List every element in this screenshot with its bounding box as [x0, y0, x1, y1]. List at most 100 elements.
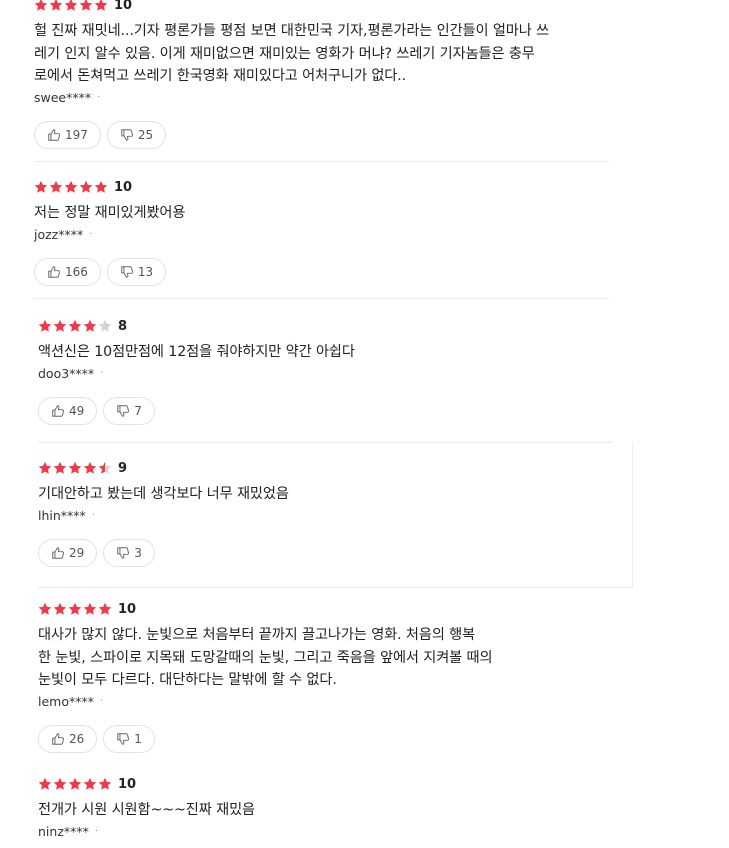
thumbs-down-icon	[116, 546, 130, 560]
review-text-line: 한 눈빛, 스파이로 지목돼 도망갈때의 눈빛, 그리고 죽음을 앞에서 지켜볼…	[38, 649, 493, 666]
meta-separator-dot: ·	[91, 510, 95, 521]
like-count: 166	[65, 264, 88, 279]
review-item: 10 대사가 많지 않다. 눈빛으로 처음부터 끝까지 끌고나가는 영화. 처음…	[38, 600, 613, 753]
thumbs-up-icon	[47, 265, 61, 279]
meta-separator-dot: ·	[97, 92, 101, 103]
vote-buttons: 29 3	[38, 538, 613, 567]
star-icon	[53, 777, 67, 791]
star-icon	[98, 319, 112, 333]
dislike-count: 13	[137, 264, 154, 279]
star-icon	[68, 461, 82, 475]
review-meta: lhin**** ·	[38, 507, 613, 525]
like-button[interactable]: 49	[38, 396, 98, 425]
star-rating	[38, 777, 112, 791]
review-rating: 10	[38, 775, 613, 793]
review-text-line: 기대안하고 봤는데 생각보다 너무 재밌었음	[38, 486, 289, 502]
rating-score: 8	[118, 318, 128, 334]
thumbs-up-icon	[47, 128, 61, 142]
star-icon	[68, 602, 82, 616]
star-icon	[94, 0, 108, 12]
like-count: 29	[69, 545, 85, 560]
meta-separator-dot: ·	[94, 826, 99, 837]
thumbs-up-icon	[51, 546, 65, 560]
star-icon	[83, 777, 97, 791]
thumbs-down-icon	[120, 128, 134, 142]
dislike-button[interactable]: 3	[103, 538, 155, 567]
star-rating	[38, 461, 112, 475]
star-icon	[94, 180, 108, 194]
star-icon	[98, 461, 112, 475]
review-text-line: 레기 인지 알수 있음. 이게 재미없으면 재미있는 영화가 머냐? 쓰레기 기…	[34, 45, 535, 62]
review-meta: lemo**** ·	[38, 693, 613, 711]
star-rating	[34, 0, 108, 12]
review-meta: jozz**** ·	[34, 226, 609, 244]
review-text: 저는 정말 재미있게봤어용	[34, 202, 609, 225]
star-icon	[53, 461, 67, 475]
like-count: 197	[65, 127, 88, 142]
star-icon	[98, 602, 112, 616]
review-item: 10 전개가 시원 시원함~~~진짜 재밌음 ninz**** ·	[38, 775, 613, 841]
review-author[interactable]: ninz****	[38, 824, 89, 839]
review-divider	[38, 442, 613, 443]
review-divider	[34, 298, 609, 299]
review-author[interactable]: lhin****	[38, 508, 86, 523]
star-icon	[38, 319, 52, 333]
star-icon	[68, 319, 82, 333]
like-button[interactable]: 197	[34, 120, 101, 149]
review-item: 8 액션신은 10점만점에 12점을 줘야하지만 약간 아쉽다 doo3****…	[38, 317, 613, 425]
star-icon	[83, 319, 97, 333]
review-meta: swee**** ·	[34, 89, 609, 107]
star-icon	[64, 0, 78, 12]
review-rating: 8	[38, 317, 613, 335]
star-rating	[34, 180, 108, 194]
like-button[interactable]: 166	[34, 257, 101, 286]
thumbs-down-icon	[116, 732, 130, 746]
review-text-line: 대사가 많지 않다. 눈빛으로 처음부터 끝까지 끌고나가는 영화. 처음의 행…	[38, 627, 476, 643]
star-rating	[38, 602, 112, 616]
thumbs-down-icon	[120, 265, 134, 279]
review-author[interactable]: doo3****	[38, 366, 94, 381]
star-icon	[83, 602, 97, 616]
review-text-line: 저는 정말 재미있게봤어용	[34, 205, 186, 221]
dislike-button[interactable]: 7	[103, 396, 155, 425]
review-text-line: 헐 진짜 재밋네...기자 평론가들 평점 보면 대한민국 기자,평론가라는 인…	[34, 23, 550, 39]
star-icon	[83, 461, 97, 475]
rating-score: 10	[114, 179, 133, 195]
rating-score: 10	[118, 601, 137, 617]
vote-buttons: 26 1	[38, 724, 613, 753]
star-icon	[98, 777, 112, 791]
review-text: 기대안하고 봤는데 생각보다 너무 재밌었음	[38, 483, 613, 506]
review-author[interactable]: swee****	[34, 90, 91, 105]
review-text: 헐 진짜 재밋네...기자 평론가들 평점 보면 대한민국 기자,평론가라는 인…	[34, 20, 609, 88]
review-author[interactable]: jozz****	[34, 227, 83, 242]
dislike-count: 25	[137, 127, 154, 142]
thumbs-up-icon	[51, 404, 65, 418]
review-text: 액션신은 10점만점에 12점을 줘야하지만 약간 아쉽다	[38, 341, 613, 364]
like-count: 26	[69, 731, 85, 746]
dislike-button[interactable]: 25	[106, 120, 167, 149]
star-icon	[79, 0, 93, 12]
like-button[interactable]: 26	[38, 724, 98, 753]
review-divider	[34, 161, 609, 162]
star-icon	[49, 180, 63, 194]
review-text-line: 로에서 돈쳐먹고 쓰레기 한국영화 재미있다고 어처구니가 없다..	[34, 68, 407, 84]
like-count: 49	[69, 403, 85, 418]
review-author[interactable]: lemo****	[38, 694, 94, 709]
dislike-button[interactable]: 1	[103, 724, 155, 753]
review-item: 10 헐 진짜 재밋네...기자 평론가들 평점 보면 대한민국 기자,평론가라…	[34, 0, 609, 149]
star-rating	[38, 319, 112, 333]
review-meta: ninz**** ·	[38, 823, 613, 841]
like-button[interactable]: 29	[38, 538, 98, 567]
dislike-count: 3	[134, 545, 142, 560]
star-icon	[53, 319, 67, 333]
star-icon	[38, 602, 52, 616]
review-text-line: 액션신은 10점만점에 12점을 줘야하지만 약간 아쉽다	[38, 344, 355, 360]
rating-score: 10	[114, 0, 133, 13]
meta-separator-dot: ·	[89, 229, 93, 240]
dislike-button[interactable]: 13	[106, 257, 167, 286]
star-icon	[38, 461, 52, 475]
star-icon	[49, 0, 63, 12]
review-rating: 10	[34, 0, 609, 14]
rating-score: 10	[118, 776, 137, 792]
rating-score: 9	[118, 460, 128, 476]
